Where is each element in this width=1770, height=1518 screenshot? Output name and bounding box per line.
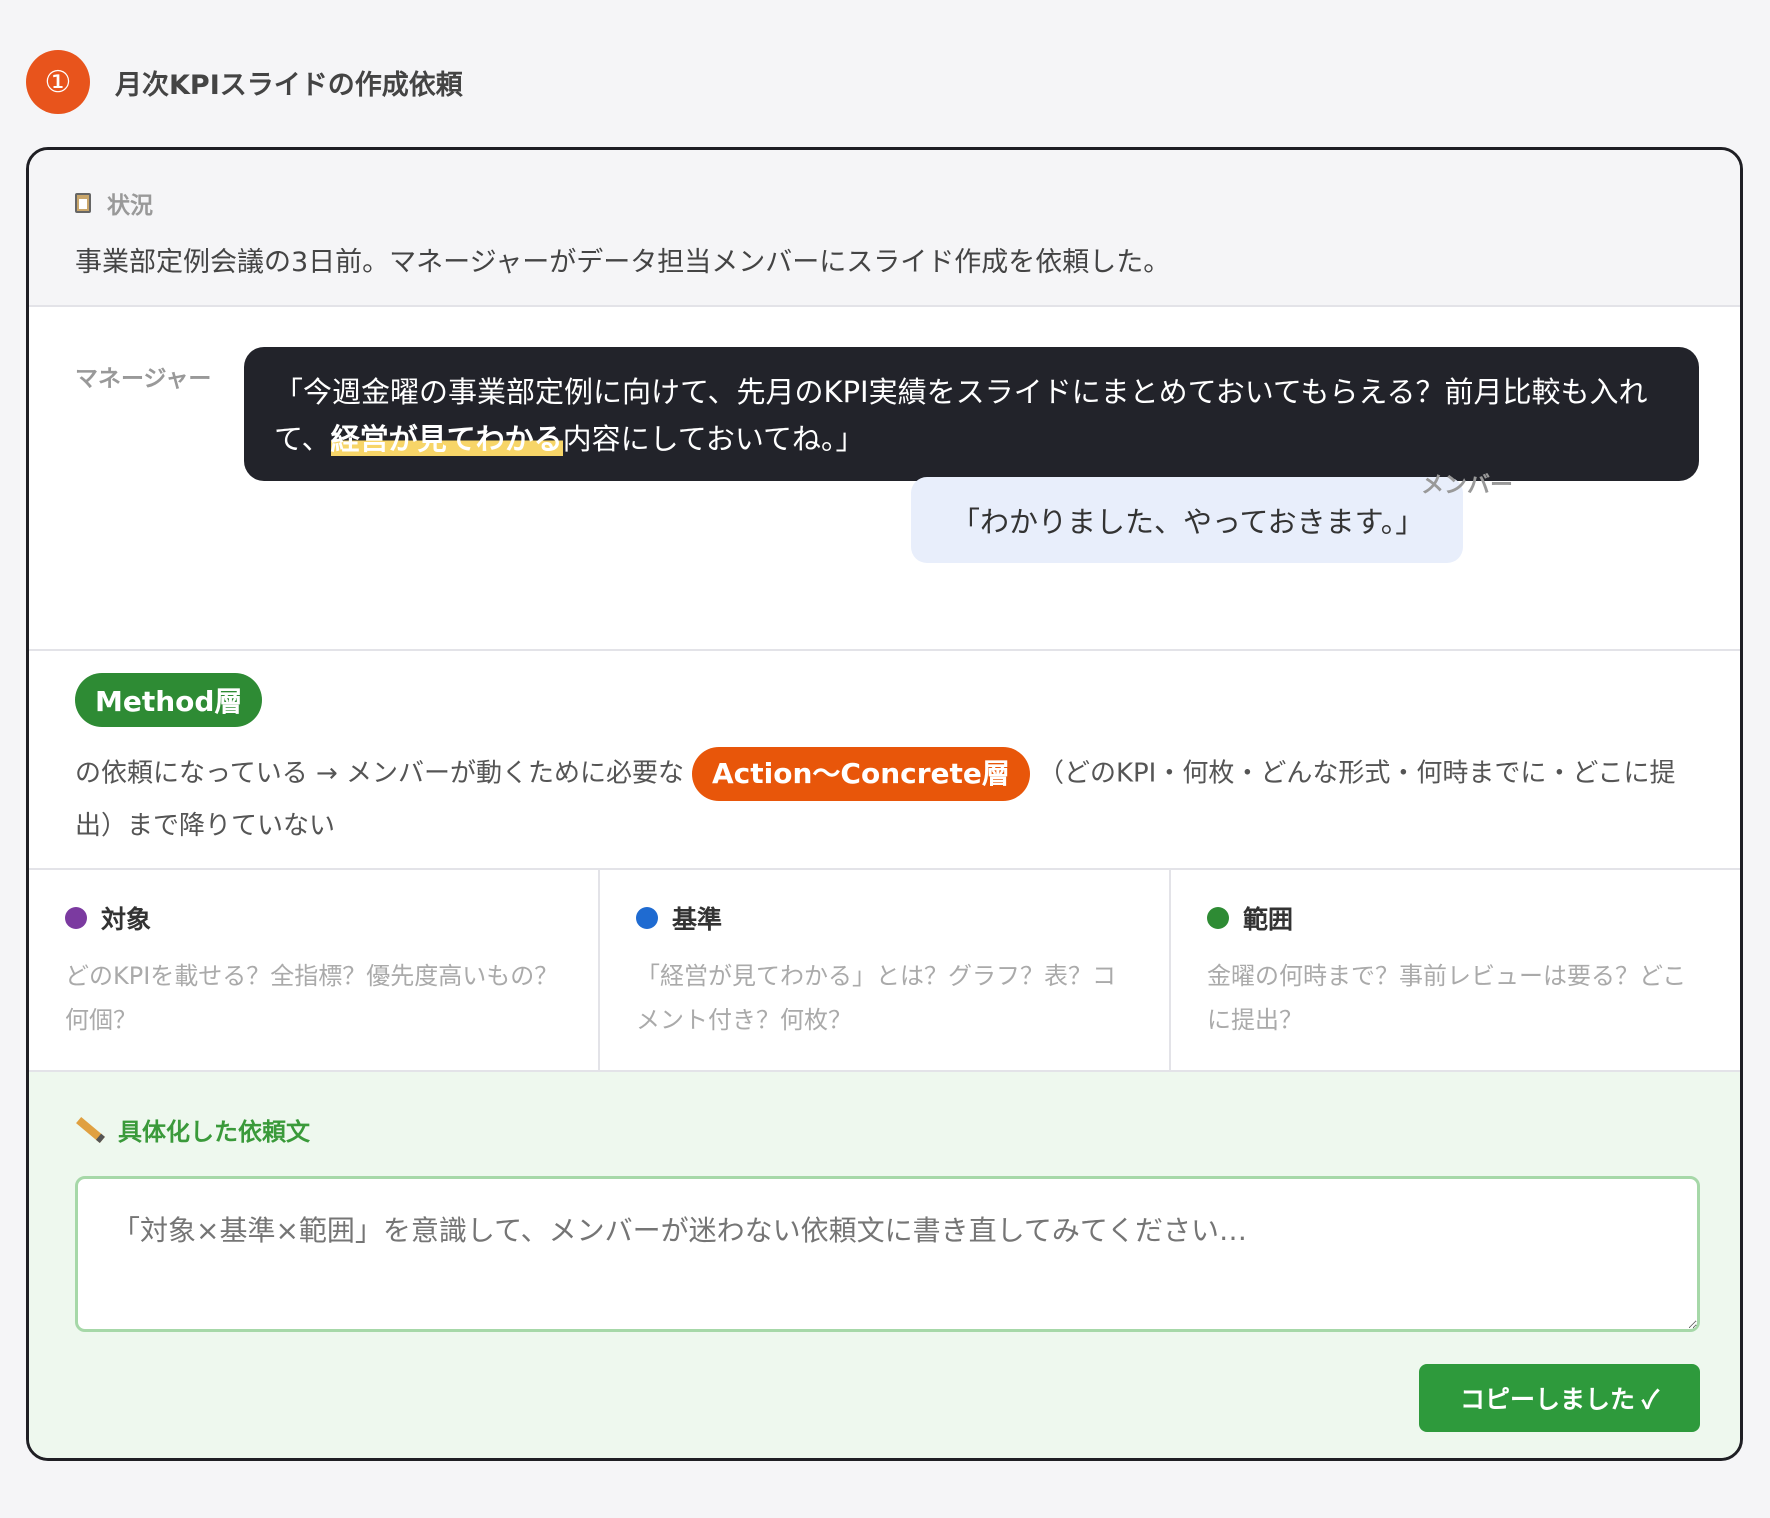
compose-heading: 具体化した依頼文 (75, 1072, 1694, 1147)
criteria-question: どのKPIを載せる？全指標？優先度高いもの？何個？ (65, 962, 559, 1034)
purple-dot-icon (65, 907, 87, 929)
situation-label: 状況 (107, 193, 153, 219)
criteria-columns: 対象 どのKPIを載せる？全指標？優先度高いもの？何個？ 基準 「経営が見てわか… (29, 870, 1740, 1072)
analysis-panel: Method層 の依頼になっている → メンバーが動くために必要な Action〜… (29, 651, 1740, 870)
manager-highlight: 経営が見てわかる (330, 422, 563, 456)
manager-text-2: 内容にしておいてね。」 (562, 422, 865, 456)
green-dot-icon (1207, 907, 1229, 929)
method-layer-badge: Method層 (75, 673, 263, 727)
copy-button[interactable]: コピーしました ✓ (1419, 1364, 1700, 1432)
analysis-text: の依頼になっている → メンバーが動くために必要な Action〜Concrete… (75, 747, 1700, 851)
criteria-question: 金曜の何時まで？事前レビューは要る？どこに提出？ (1207, 962, 1687, 1034)
criteria-title: 対象 (101, 905, 152, 934)
situation-heading: 状況 (75, 150, 1694, 220)
member-name: メンバー (1421, 472, 1513, 498)
criteria-title: 範囲 (1243, 905, 1294, 934)
exercise-card: 状況 事業部定例会議の3日前。マネージャーがデータ担当メンバーにスライド作成を依… (26, 147, 1743, 1461)
criteria-question: 「経営が見てわかる」とは？グラフ？表？コメント付き？何枚？ (636, 962, 1116, 1034)
manager-bubble: 「今週金曜の事業部定例に向けて、先月のKPI実績をスライドにまとめておいてもらえ… (244, 347, 1699, 481)
action-layer-badge: Action〜Concrete層 (692, 747, 1030, 801)
analysis-text-1: の依頼になっている → メンバーが動くために必要な (75, 758, 685, 789)
conversation: マネージャー 「今週金曜の事業部定例に向けて、先月のKPI実績をスライドにまとめ… (29, 307, 1740, 651)
criteria-standard: 基準 「経営が見てわかる」とは？グラフ？表？コメント付き？何枚？ (600, 870, 1171, 1070)
request-textarea[interactable] (75, 1176, 1700, 1332)
clipboard-icon (75, 193, 91, 213)
situation-text: 事業部定例会議の3日前。マネージャーがデータ担当メンバーにスライド作成を依頼した… (75, 247, 1171, 278)
step-number-badge: ① (26, 50, 90, 114)
section-header: ① 月次KPIスライドの作成依頼 (26, 50, 463, 114)
blue-dot-icon (636, 907, 658, 929)
pencil-icon (76, 1116, 105, 1143)
criteria-title: 基準 (672, 905, 723, 934)
criteria-scope: 範囲 金曜の何時まで？事前レビューは要る？どこに提出？ (1171, 870, 1740, 1070)
member-bubble: 「わかりました、やっておきます。」 (911, 477, 1463, 563)
compose-panel: 具体化した依頼文 コピーしました ✓ (29, 1072, 1740, 1458)
section-title: 月次KPIスライドの作成依頼 (115, 69, 463, 101)
criteria-target: 対象 どのKPIを載せる？全指標？優先度高いもの？何個？ (29, 870, 600, 1070)
manager-name: マネージャー (75, 366, 212, 392)
compose-label: 具体化した依頼文 (118, 1118, 310, 1146)
situation-panel: 状況 事業部定例会議の3日前。マネージャーがデータ担当メンバーにスライド作成を依… (29, 150, 1740, 307)
